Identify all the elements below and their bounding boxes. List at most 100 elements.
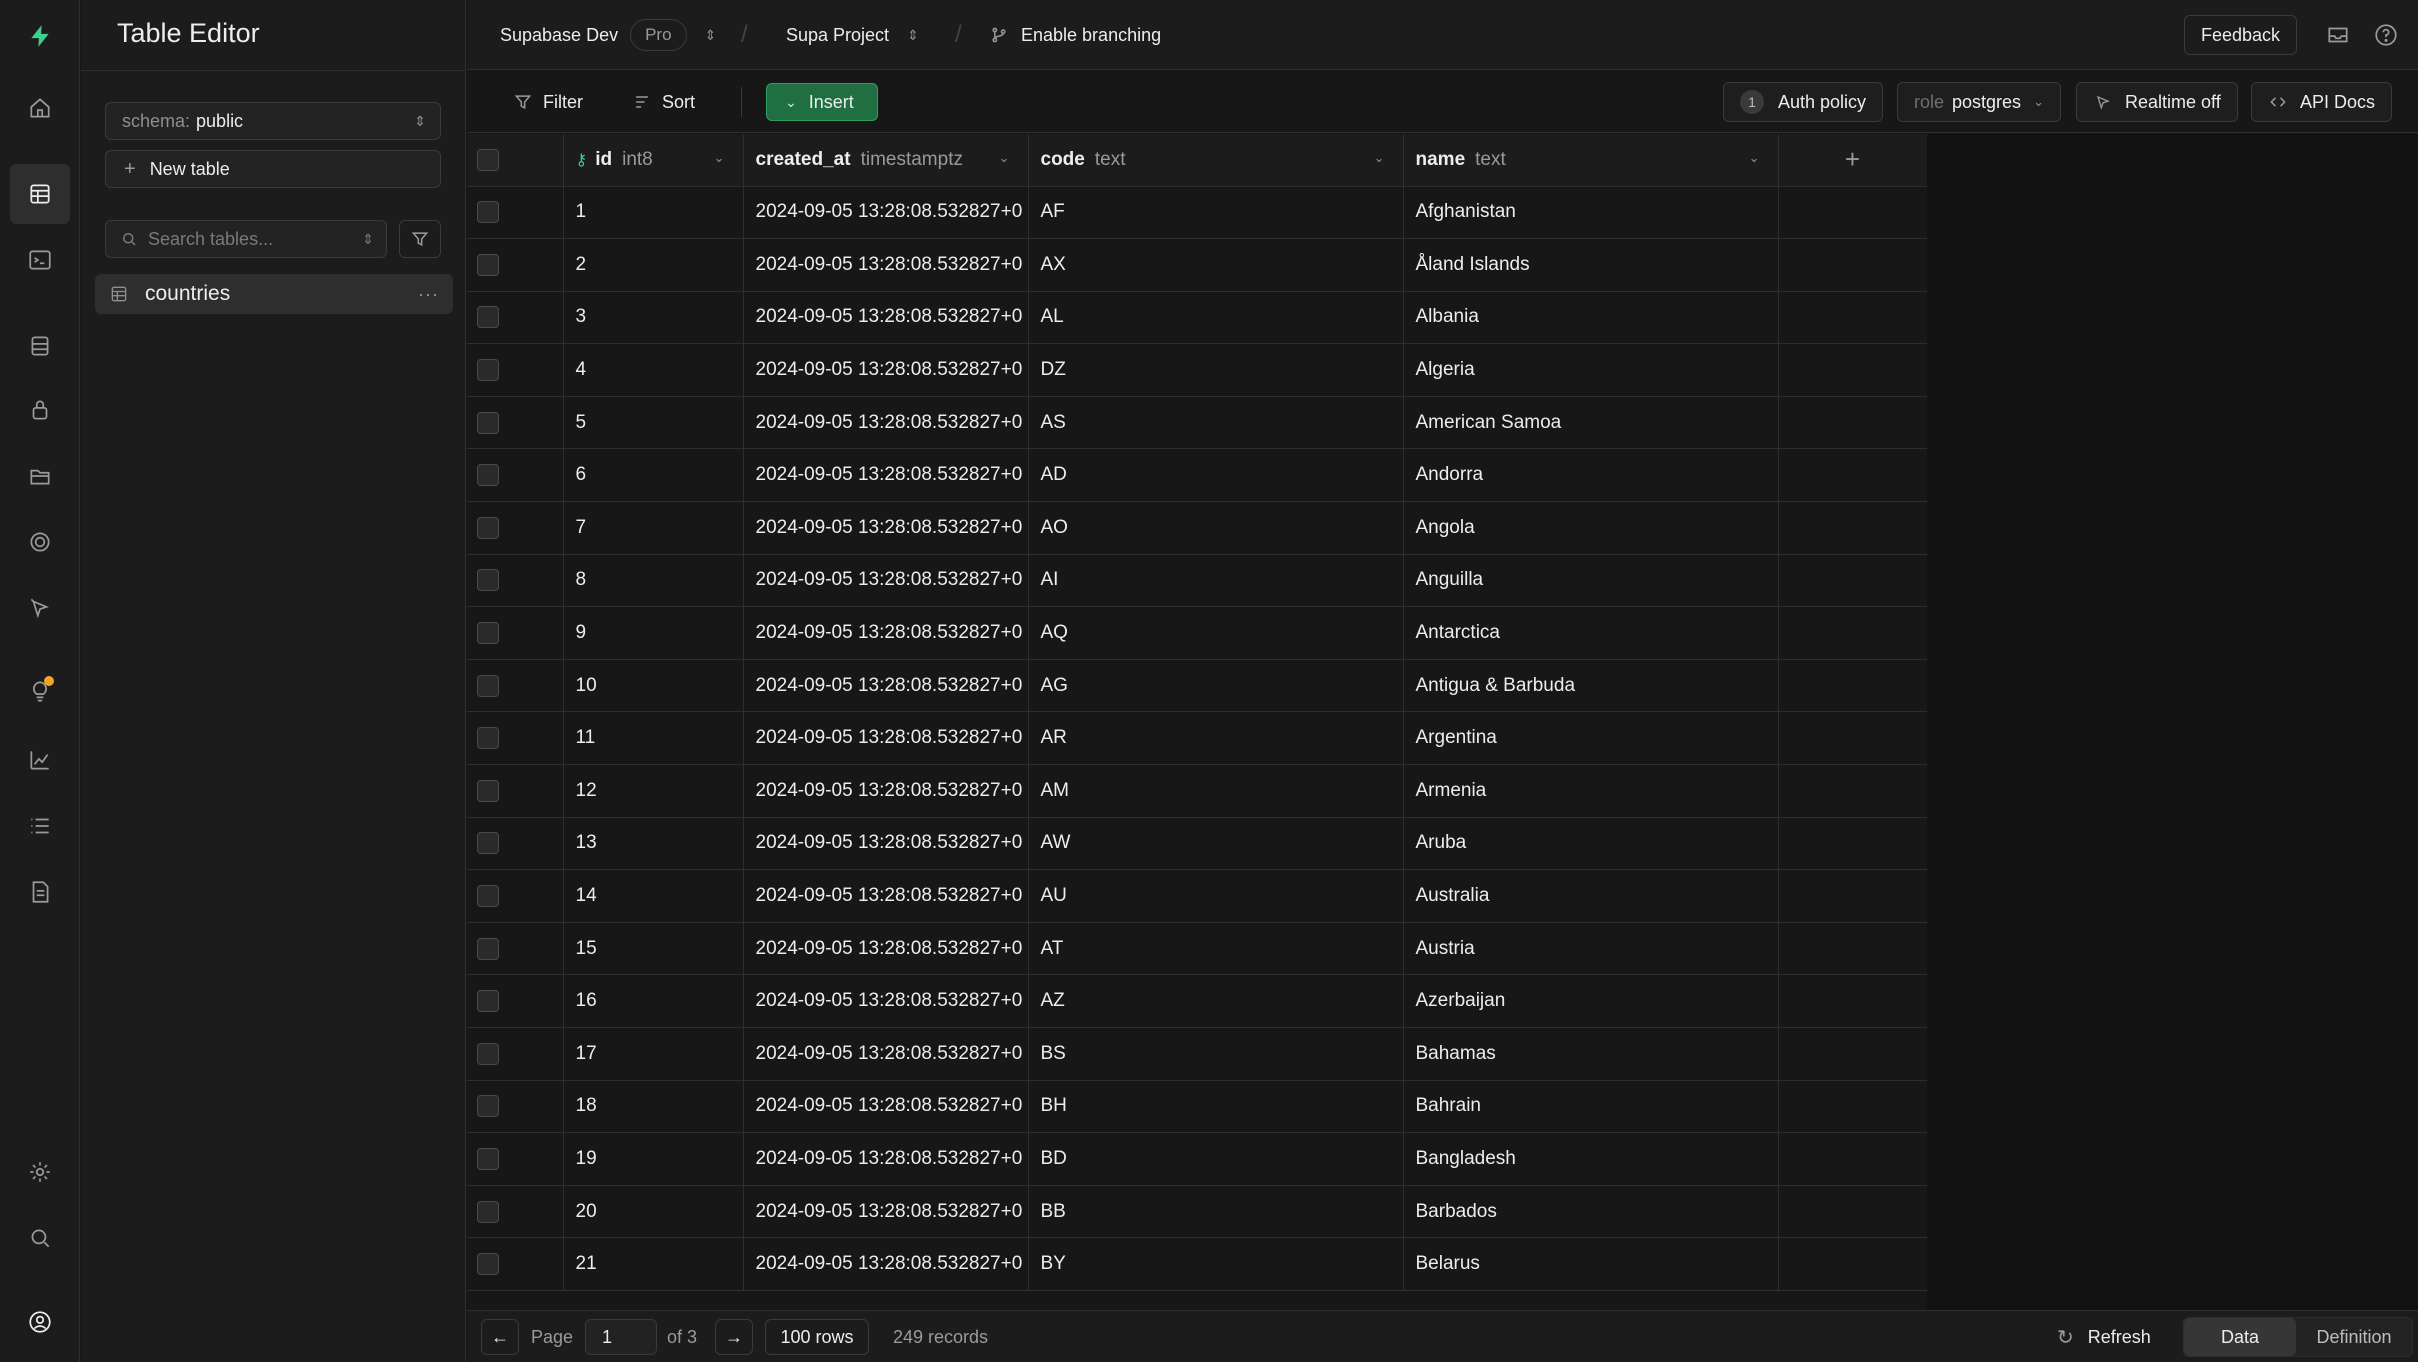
chevron-down-icon[interactable]: ⌄ [1749,150,1760,166]
api-docs-button[interactable]: API Docs [2251,82,2393,122]
add-column-button[interactable]: + [1778,134,1927,187]
row-checkbox[interactable] [477,306,499,329]
cell-created-at[interactable]: 2024-09-05 13:28:08.532827+0 [743,606,1029,660]
chevron-down-icon[interactable]: ⌄ [714,150,725,166]
tab-definition[interactable]: Definition [2296,1318,2412,1356]
cell-created-at[interactable]: 2024-09-05 13:28:08.532827+0 [743,711,1029,766]
cell-code[interactable]: AR [1028,711,1404,766]
row-checkbox[interactable] [477,464,499,487]
cell-code[interactable]: AU [1028,869,1404,923]
cell-name[interactable]: Bangladesh [1403,1132,1779,1186]
cell-created-at[interactable]: 2024-09-05 13:28:08.532827+0 [743,922,1029,976]
cell-code[interactable]: AO [1028,501,1404,555]
table-row[interactable]: 18 2024-09-05 13:28:08.532827+0 BH Bahrain [467,1080,1927,1134]
row-checkbox[interactable] [477,569,499,592]
cell-name[interactable]: Aruba [1403,817,1779,871]
row-checkbox[interactable] [477,253,499,276]
refresh-button[interactable]: ↻ Refresh [2057,1311,2151,1362]
database-icon[interactable] [20,326,60,366]
cell-created-at[interactable]: 2024-09-05 13:28:08.532827+0 [743,448,1029,503]
insert-button[interactable]: ⌄ Insert [766,83,878,121]
logs-icon[interactable] [20,806,60,846]
cell-id[interactable]: 6 [563,448,744,503]
row-checkbox[interactable] [477,832,499,855]
sql-editor-icon[interactable] [20,240,60,280]
table-row[interactable]: 2 2024-09-05 13:28:08.532827+0 AX Åland Isl… [467,238,1927,292]
cell-created-at[interactable]: 2024-09-05 13:28:08.532827+0 [743,1237,1029,1291]
table-row[interactable]: 9 2024-09-05 13:28:08.532827+0 AQ Antarctic… [467,606,1927,660]
sidebar-item-countries[interactable]: countries ··· [95,274,453,314]
cell-name[interactable]: Bahrain [1403,1080,1779,1134]
cell-code[interactable]: BD [1028,1132,1404,1186]
cell-name[interactable]: Afghanistan [1403,186,1779,240]
cell-created-at[interactable]: 2024-09-05 13:28:08.532827+0 [743,869,1029,923]
inbox-icon[interactable] [2325,22,2351,48]
row-checkbox[interactable] [477,1200,499,1223]
next-page-button[interactable]: → [715,1319,753,1355]
table-row[interactable]: 8 2024-09-05 13:28:08.532827+0 AI Anguilla [467,554,1927,608]
cell-id[interactable]: 4 [563,343,744,397]
tab-data[interactable]: Data [2184,1318,2296,1356]
table-row[interactable]: 21 2024-09-05 13:28:08.532827+0 BY Belarus [467,1237,1927,1291]
table-row[interactable]: 14 2024-09-05 13:28:08.532827+0 AU Australi… [467,869,1927,923]
cell-code[interactable]: AW [1028,817,1404,871]
user-avatar-icon[interactable] [20,1302,60,1342]
cell-created-at[interactable]: 2024-09-05 13:28:08.532827+0 [743,1132,1029,1186]
cell-code[interactable]: BB [1028,1185,1404,1239]
table-row[interactable]: 1 2024-09-05 13:28:08.532827+0 AF Afghanist… [467,186,1927,240]
row-checkbox[interactable] [477,674,499,697]
cell-name[interactable]: Azerbaijan [1403,974,1779,1028]
cell-id[interactable]: 8 [563,554,744,608]
cell-created-at[interactable]: 2024-09-05 13:28:08.532827+0 [743,501,1029,555]
cell-name[interactable]: Åland Islands [1403,238,1779,292]
rows-per-page-select[interactable]: 100 rows [765,1319,869,1355]
home-icon[interactable] [20,88,60,128]
cell-id[interactable]: 1 [563,186,744,240]
cell-id[interactable]: 14 [563,869,744,923]
cell-code[interactable]: BY [1028,1237,1404,1291]
cell-code[interactable]: BS [1028,1027,1404,1081]
cell-id[interactable]: 7 [563,501,744,555]
cell-code[interactable]: AQ [1028,606,1404,660]
cell-code[interactable]: AX [1028,238,1404,292]
cell-code[interactable]: AT [1028,922,1404,976]
cell-code[interactable]: AL [1028,291,1404,345]
cell-id[interactable]: 19 [563,1132,744,1186]
reports-icon[interactable] [20,740,60,780]
auth-lock-icon[interactable] [20,390,60,430]
help-icon[interactable] [2373,22,2399,48]
table-row[interactable]: 12 2024-09-05 13:28:08.532827+0 AM Armenia [467,764,1927,818]
column-header-code[interactable]: code text ⌄ [1028,134,1404,187]
row-checkbox[interactable] [477,727,499,750]
cell-code[interactable]: AS [1028,396,1404,450]
cell-code[interactable]: AG [1028,659,1404,713]
realtime-icon[interactable] [20,588,60,628]
cell-id[interactable]: 18 [563,1080,744,1134]
cell-created-at[interactable]: 2024-09-05 13:28:08.532827+0 [743,817,1029,871]
cell-created-at[interactable]: 2024-09-05 13:28:08.532827+0 [743,186,1029,240]
cell-created-at[interactable]: 2024-09-05 13:28:08.532827+0 [743,291,1029,345]
row-checkbox[interactable] [477,1147,499,1170]
cell-id[interactable]: 16 [563,974,744,1028]
table-row[interactable]: 13 2024-09-05 13:28:08.532827+0 AW Aruba [467,817,1927,871]
previous-page-button[interactable]: ← [481,1319,519,1355]
cell-name[interactable]: Anguilla [1403,554,1779,608]
cell-created-at[interactable]: 2024-09-05 13:28:08.532827+0 [743,1080,1029,1134]
cell-code[interactable]: AI [1028,554,1404,608]
chevron-down-icon[interactable]: ⌄ [1374,150,1385,166]
cell-name[interactable]: Argentina [1403,711,1779,766]
row-checkbox[interactable] [477,201,499,224]
cell-name[interactable]: Armenia [1403,764,1779,818]
cell-name[interactable]: Bahamas [1403,1027,1779,1081]
cell-id[interactable]: 11 [563,711,744,766]
chevron-down-icon[interactable]: ⌄ [999,150,1010,166]
column-header-id[interactable]: ⚷ id int8 ⌄ [563,134,744,187]
org-switcher[interactable]: Supabase Dev Pro ⇕ [500,0,716,70]
row-checkbox[interactable] [477,1095,499,1118]
storage-icon[interactable] [20,456,60,496]
cell-created-at[interactable]: 2024-09-05 13:28:08.532827+0 [743,396,1029,450]
cell-name[interactable]: Belarus [1403,1237,1779,1291]
cell-name[interactable]: American Samoa [1403,396,1779,450]
cell-id[interactable]: 13 [563,817,744,871]
cell-id[interactable]: 3 [563,291,744,345]
